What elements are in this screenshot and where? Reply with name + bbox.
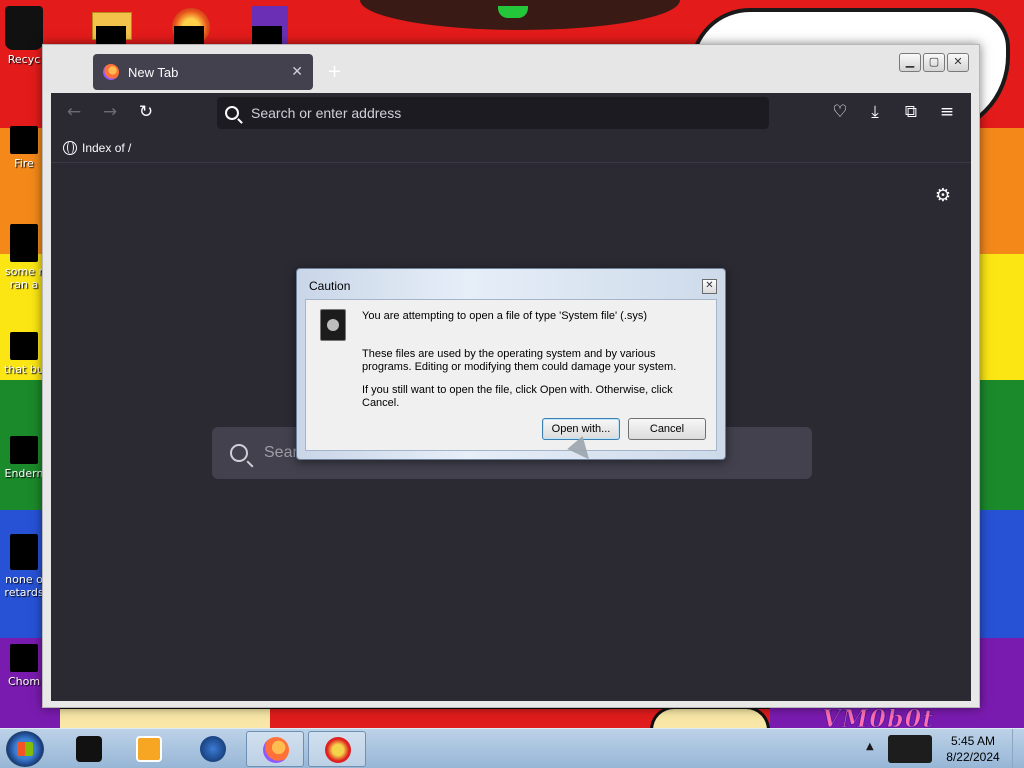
desktop-icon-media[interactable]: [170, 4, 210, 46]
search-icon: [230, 444, 248, 462]
navigation-toolbar: ← → ↻ ♡ ⤓ ⧉ ≡: [51, 93, 971, 133]
wallpaper-green-shape: [498, 6, 528, 18]
window-titlebar[interactable]: New Tab ✕ + ▁ ▢ ✕: [43, 45, 979, 93]
forward-arrow-icon[interactable]: →: [99, 101, 121, 123]
desktop-icon-label: Chom: [7, 675, 41, 688]
clock-date: 8/22/2024: [946, 750, 1000, 764]
desktop-icon-mask: [252, 26, 282, 46]
desktop-icon-endernet[interactable]: Endern: [2, 436, 46, 480]
desktop-icon-chomper[interactable]: Chom: [2, 644, 46, 688]
desktop-icon-firefox[interactable]: Fire: [2, 126, 46, 170]
new-tab-button[interactable]: +: [327, 61, 342, 82]
start-button[interactable]: [6, 731, 44, 767]
taskbar-app-media-player[interactable]: [120, 731, 178, 767]
file-icon: [10, 534, 38, 570]
taskbar-app-globe[interactable]: [184, 731, 242, 767]
desktop-icon-label: Recyc: [7, 53, 41, 66]
file-icon: [10, 332, 38, 360]
file-icon: [10, 224, 38, 262]
terminal-icon: [76, 736, 102, 762]
cancel-button[interactable]: Cancel: [628, 418, 706, 440]
taskbar-app-paint[interactable]: [308, 731, 366, 767]
pocket-icon[interactable]: ♡: [829, 101, 851, 123]
dialog-close-button[interactable]: ✕: [702, 279, 717, 294]
firefox-icon: [10, 126, 38, 154]
dialog-message-warning: These files are used by the operating sy…: [362, 348, 677, 373]
taskbar: ▲ 5:45 AM 8/22/2024: [0, 728, 1024, 768]
extensions-icon[interactable]: ⧉: [900, 101, 922, 123]
desktop-icon-file-2[interactable]: that bu: [2, 332, 46, 376]
taskbar-app-terminal[interactable]: [60, 731, 118, 767]
media-player-icon: [136, 736, 162, 762]
gear-icon[interactable]: ⚙: [935, 185, 951, 206]
desktop-icon-visual-studio[interactable]: [248, 4, 288, 46]
taskbar-clock[interactable]: 5:45 AM 8/22/2024: [940, 733, 1006, 765]
maximize-button[interactable]: ▢: [923, 53, 945, 72]
caution-dialog: Caution ✕ You are attempting to open a f…: [296, 268, 726, 460]
bookmarks-bar: Index of /: [51, 133, 971, 163]
dialog-message-instructions: If you still want to open the file, clic…: [362, 384, 673, 409]
tab-new-tab[interactable]: New Tab ✕: [93, 54, 313, 90]
menu-icon[interactable]: ≡: [936, 101, 958, 123]
show-hidden-icons-arrow[interactable]: ▲: [866, 741, 874, 752]
globe-icon: [200, 736, 226, 762]
back-arrow-icon[interactable]: ←: [63, 101, 85, 123]
show-desktop-button[interactable]: [1012, 729, 1024, 768]
search-icon: [225, 106, 239, 120]
desktop-icon-label: some r: [5, 265, 43, 278]
firefox-icon: [103, 64, 119, 80]
globe-icon: [63, 140, 77, 155]
address-input[interactable]: [251, 105, 731, 121]
taskbar-app-firefox[interactable]: [246, 731, 304, 767]
paint-icon: [325, 737, 351, 763]
desktop-icon-label: that bu: [4, 363, 44, 376]
app-icon: [10, 644, 38, 672]
wallpaper-bottom-shape: [60, 706, 270, 730]
clock-time: 5:45 AM: [950, 734, 996, 748]
desktop-icon-file-3[interactable]: none o retards: [2, 534, 46, 599]
reload-icon[interactable]: ↻: [135, 101, 157, 123]
system-file-icon: [320, 309, 346, 341]
dialog-body: You are attempting to open a file of typ…: [305, 299, 717, 451]
window-controls: ▁ ▢ ✕: [899, 53, 969, 72]
download-icon[interactable]: ⤓: [864, 101, 886, 123]
close-button[interactable]: ✕: [947, 53, 969, 72]
firefox-icon: [263, 737, 289, 763]
desktop-icon-label: ran a: [9, 278, 39, 291]
tab-close-icon[interactable]: ✕: [291, 64, 303, 80]
wallpaper-bottom-shape: [650, 706, 770, 730]
app-icon: [10, 436, 38, 464]
tab-title: New Tab: [128, 64, 179, 80]
network-icon[interactable]: [888, 735, 932, 763]
dialog-title: Caution: [309, 279, 351, 293]
desktop-icon-mask: [174, 26, 204, 46]
dialog-message-file-type: You are attempting to open a file of typ…: [362, 310, 648, 322]
recycle-bin-icon: [5, 6, 43, 50]
desktop-icon-file-1[interactable]: some r ran a: [2, 224, 46, 291]
desktop-icon-mask: [96, 26, 126, 46]
desktop-icon-label: Endern: [4, 467, 44, 480]
bookmark-index-of[interactable]: Index of /: [82, 141, 131, 155]
minimize-button[interactable]: ▁: [899, 53, 921, 72]
desktop-icon-folder[interactable]: [92, 4, 132, 46]
desktop-icon-recycle-bin[interactable]: Recyc: [2, 6, 46, 66]
desktop-icon-label: retards: [4, 586, 44, 599]
url-bar[interactable]: [217, 97, 769, 129]
desktop-icon-label: none o: [5, 573, 43, 586]
desktop-icon-label: Fire: [14, 157, 34, 170]
